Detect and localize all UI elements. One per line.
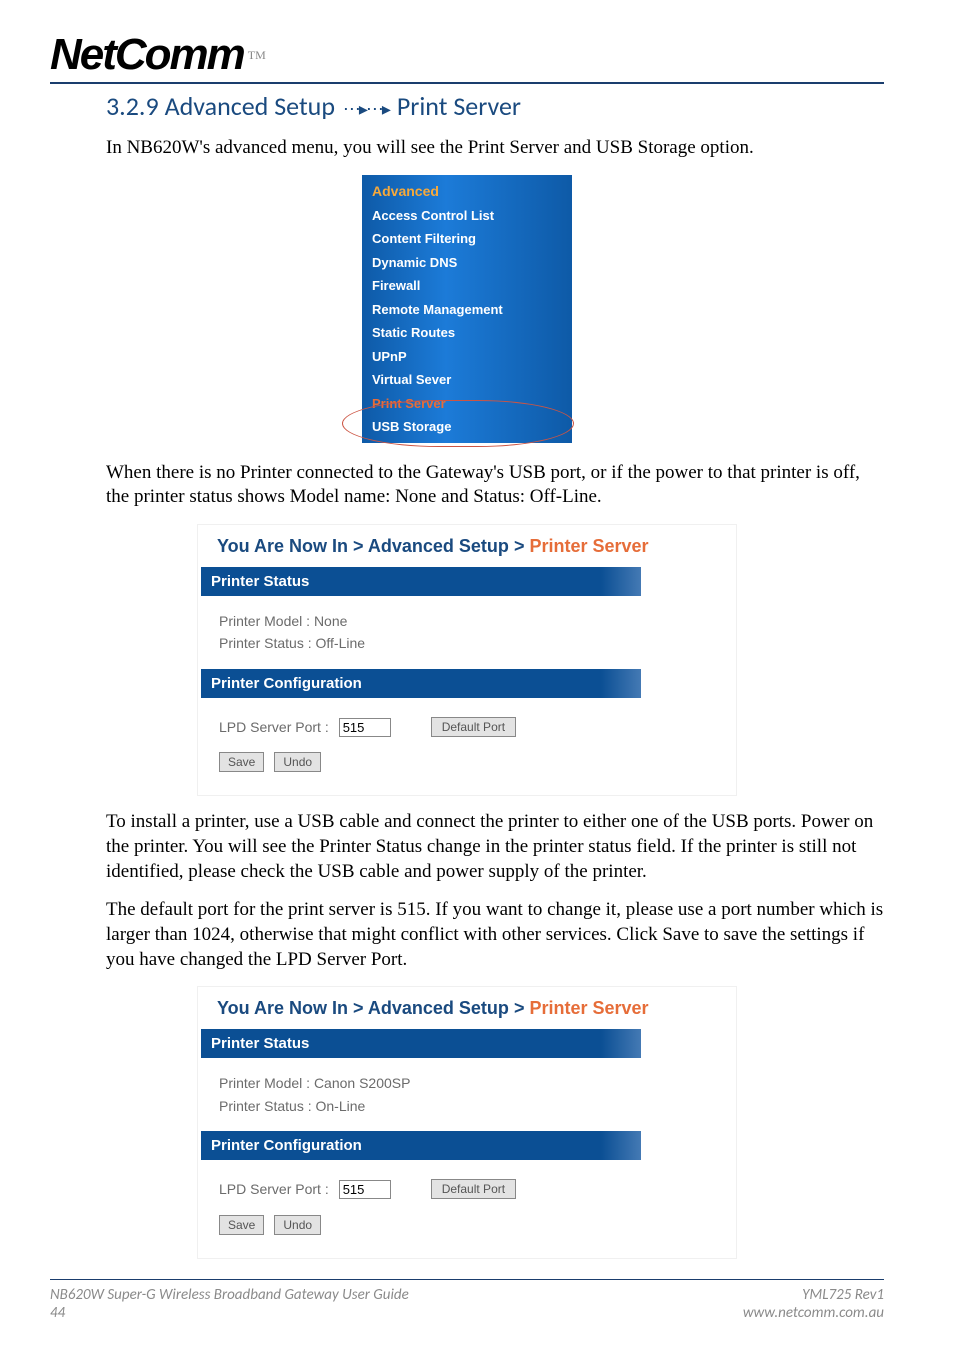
menu-item: USB Storage xyxy=(362,415,572,439)
dotted-arrow-icon: ⋯▸⋯▸ xyxy=(341,98,391,120)
section-title-b: Print Server xyxy=(397,90,521,122)
printer-model-row: Printer Model : Canon S200SP xyxy=(219,1072,733,1094)
printer-panel-screenshot-2: You Are Now In > Advanced Setup > Printe… xyxy=(197,986,737,1258)
section-bar-printer-status: Printer Status xyxy=(201,567,641,596)
printer-status-row: Printer Status : Off-Line xyxy=(219,632,733,654)
section-bar-printer-status: Printer Status xyxy=(201,1029,641,1058)
printer-model-label: Printer Model : xyxy=(219,613,310,629)
logo-block: NetComm TM xyxy=(50,30,884,80)
menu-item: Access Control List xyxy=(362,204,572,228)
logo-text: NetComm xyxy=(50,30,244,80)
save-button[interactable]: Save xyxy=(219,1215,264,1235)
chevron-right-icon: > xyxy=(514,998,525,1018)
breadcrumb-current: Printer Server xyxy=(529,536,648,556)
chevron-right-icon: > xyxy=(353,998,364,1018)
printer-model-value: None xyxy=(314,613,347,629)
footer: NB620W Super-G Wireless Broadband Gatewa… xyxy=(50,1286,884,1330)
lpd-port-label: LPD Server Port : xyxy=(219,1178,329,1200)
menu-item: UPnP xyxy=(362,345,572,369)
paragraph: When there is no Printer connected to th… xyxy=(106,461,884,510)
breadcrumb-part: You Are Now In xyxy=(217,998,348,1018)
save-button[interactable]: Save xyxy=(219,752,264,772)
printer-panel-screenshot-1: You Are Now In > Advanced Setup > Printe… xyxy=(197,524,737,796)
section-bar-printer-config: Printer Configuration xyxy=(201,1131,641,1160)
breadcrumb-part: Advanced Setup xyxy=(368,536,509,556)
trademark-icon: TM xyxy=(248,48,266,63)
section-number: 3.2.9 xyxy=(106,90,159,122)
undo-button[interactable]: Undo xyxy=(274,1215,321,1235)
menu-item-print-server: Print Server xyxy=(362,392,572,416)
undo-button[interactable]: Undo xyxy=(274,752,321,772)
printer-status-row: Printer Status : On-Line xyxy=(219,1095,733,1117)
breadcrumb: You Are Now In > Advanced Setup > Printe… xyxy=(201,532,733,567)
lpd-port-input[interactable] xyxy=(339,1180,391,1199)
menu-item: Remote Management xyxy=(362,298,572,322)
menu-item: Static Routes xyxy=(362,321,572,345)
default-port-button[interactable]: Default Port xyxy=(431,1179,516,1199)
printer-status-value: Off-Line xyxy=(315,635,365,651)
chevron-right-icon: > xyxy=(514,536,525,556)
printer-status-label: Printer Status : xyxy=(219,1098,312,1114)
breadcrumb-part: Advanced Setup xyxy=(368,998,509,1018)
section-title-a: Advanced Setup xyxy=(165,90,335,122)
section-heading: 3.2.9 Advanced Setup ⋯▸⋯▸ Print Server xyxy=(106,90,884,122)
menu-item: Virtual Sever xyxy=(362,368,572,392)
paragraph: To install a printer, use a USB cable an… xyxy=(106,810,884,884)
top-divider xyxy=(50,82,884,84)
printer-status-value: On-Line xyxy=(315,1098,365,1114)
breadcrumb-current: Printer Server xyxy=(529,998,648,1018)
printer-model-value: Canon S200SP xyxy=(314,1075,411,1091)
menu-item: Dynamic DNS xyxy=(362,251,572,275)
printer-model-row: Printer Model : None xyxy=(219,610,733,632)
advanced-menu-screenshot: Advanced Access Control List Content Fil… xyxy=(362,175,572,443)
footer-page-number: 44 xyxy=(50,1304,409,1322)
bottom-divider xyxy=(50,1279,884,1280)
paragraph: In NB620W's advanced menu, you will see … xyxy=(106,136,884,161)
printer-status-label: Printer Status : xyxy=(219,635,312,651)
menu-item: Content Filtering xyxy=(362,227,572,251)
chevron-right-icon: > xyxy=(353,536,364,556)
default-port-button[interactable]: Default Port xyxy=(431,717,516,737)
breadcrumb: You Are Now In > Advanced Setup > Printe… xyxy=(201,994,733,1029)
lpd-port-label: LPD Server Port : xyxy=(219,716,329,738)
printer-model-label: Printer Model : xyxy=(219,1075,310,1091)
lpd-port-input[interactable] xyxy=(339,718,391,737)
menu-header: Advanced xyxy=(362,179,572,204)
footer-doc-title: NB620W Super-G Wireless Broadband Gatewa… xyxy=(50,1286,409,1304)
footer-revision: YML725 Rev1 xyxy=(743,1286,884,1304)
menu-item: Firewall xyxy=(362,274,572,298)
section-bar-printer-config: Printer Configuration xyxy=(201,669,641,698)
footer-url: www.netcomm.com.au xyxy=(743,1304,884,1322)
paragraph: The default port for the print server is… xyxy=(106,898,884,972)
breadcrumb-part: You Are Now In xyxy=(217,536,348,556)
